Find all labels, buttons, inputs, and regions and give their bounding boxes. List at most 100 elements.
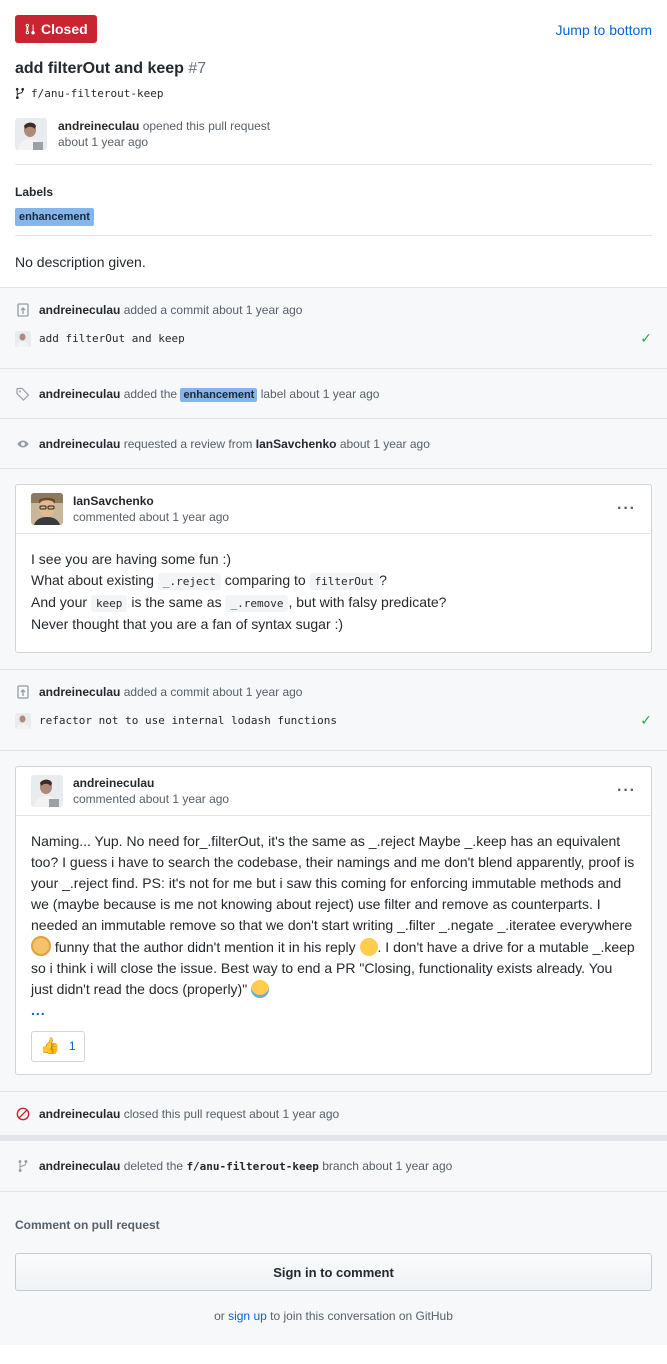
closed-event: andreineculau closed this pull request a… [0,1107,354,1121]
label-enhancement-inline[interactable]: enhancement [180,387,258,402]
label-event: andreineculau added the enhancement labe… [0,386,394,402]
circle-slash-icon [15,1107,31,1121]
timeline-commit-block: andreineculau added a commit about 1 yea… [0,287,667,368]
eye-icon [15,437,31,451]
timeline-review-block: andreineculau requested a review from Ia… [0,418,667,468]
deleted-event-suffix: branch about 1 year ago [322,1159,453,1173]
labels-heading: Labels [15,185,54,199]
label-event-suffix: label about 1 year ago [260,386,380,401]
thumbs-up-icon: 👍 [40,1038,60,1055]
person-facepalming-emoji-icon [31,936,51,956]
git-branch-icon [15,1159,31,1173]
comment-text: funny that the author didn't mention it … [54,939,356,955]
comment-time: commented about 1 year ago [73,792,230,806]
branch-deleted-event: andreineculau deleted the f/anu-filterou… [0,1159,467,1173]
label-event-user[interactable]: andreineculau [39,387,120,401]
comment-section-heading: Comment on pull request [15,1218,160,1232]
comment-text: What about existing [31,572,154,588]
show-more-link[interactable]: ... [31,1000,636,1021]
closed-event-action: closed this pull request about 1 year ag… [123,1106,340,1121]
avatar[interactable] [15,330,31,347]
deleted-event-action: deleted the [123,1159,184,1173]
more-options-icon[interactable]: ··· [617,782,636,800]
opener-info: andreineculau opened this pull request a… [15,118,652,165]
timeline-deleted-block: andreineculau deleted the f/anu-filterou… [0,1141,667,1191]
review-event-action: requested a review from [123,436,253,451]
comment-body: Naming... Yup. No need for_.filterOut, i… [16,816,651,1074]
commit-event: andreineculau added a commit about 1 yea… [0,685,667,699]
comment-text: ? [379,572,387,588]
label-event-action: added the [123,386,178,401]
avatar[interactable] [31,493,63,525]
pr-number: #7 [188,60,207,77]
tag-icon [15,387,31,401]
comment-text: is the same as [131,594,222,610]
comment-meta: IanSavchenko commented about 1 year ago [73,493,229,525]
sign-up-link[interactable]: sign up [228,1309,267,1323]
reviewer-user[interactable]: IanSavchenko [256,437,337,451]
avatar-image [31,775,63,807]
avatar[interactable] [31,775,63,807]
comment-card: IanSavchenko commented about 1 year ago … [15,484,652,653]
comment-text: comparing to [224,572,306,588]
opener-user[interactable]: andreineculau [58,119,139,133]
check-icon: ✓ [640,330,652,346]
signup-suffix: to join this conversation on GitHub [270,1309,453,1323]
branch-line: f/anu-filterout-keep [15,87,652,100]
commit-message[interactable]: add filterOut and keep [39,332,185,345]
inline-code: filterOut [309,573,380,590]
comment-text: Naming... Yup. No need for_.filterOut, i… [31,833,635,933]
review-event-user[interactable]: andreineculau [39,437,120,451]
deleted-branch-name: f/anu-filterout-keep [186,1160,319,1173]
commit-user[interactable]: andreineculau [39,303,120,317]
avatar[interactable] [15,712,31,729]
branch-name[interactable]: f/anu-filterout-keep [31,87,163,100]
comment-card: andreineculau commented about 1 year ago… [15,766,652,1075]
commit-action: added a commit about 1 year ago [123,685,303,699]
jump-to-bottom-link[interactable]: Jump to bottom [556,22,653,38]
sign-in-to-comment-button[interactable]: Sign in to comment [15,1253,652,1291]
timeline-label-block: andreineculau added the enhancement labe… [0,368,667,418]
comment-body: I see you are having some fun :) What ab… [16,534,651,652]
inline-code: _.reject [157,573,221,590]
commit-row: refactor not to use internal lodash func… [0,712,667,729]
review-event-suffix: about 1 year ago [339,436,430,451]
timeline-closed-block: andreineculau closed this pull request a… [0,1091,667,1141]
commit-user[interactable]: andreineculau [39,685,120,699]
comment-line: What about existing _.reject comparing t… [31,570,636,592]
more-options-icon[interactable]: ··· [617,500,636,518]
review-request-event: andreineculau requested a review from Ia… [0,437,445,451]
pr-title-text: add filterOut and keep [15,60,184,77]
pr-header: Closed Jump to bottom add filterOut and … [0,0,667,287]
opener-text: andreineculau opened this pull request a… [58,118,270,150]
state-badge: Closed [15,15,97,43]
comment-header: IanSavchenko commented about 1 year ago … [16,485,651,534]
commit-message[interactable]: refactor not to use internal lodash func… [39,714,337,727]
inline-code: keep [90,595,128,612]
pull-request-closed-icon [25,23,35,35]
pr-description: No description given. [15,254,146,270]
opener-time: about 1 year ago [58,135,149,149]
pr-title: add filterOut and keep #7 [15,59,652,79]
comment-paragraph: Naming... Yup. No need for_.filterOut, i… [31,831,636,1000]
tears-of-joy-emoji-icon [251,980,270,998]
commit-row: add filterOut and keep ✓ [0,330,667,347]
thumbs-up-reaction-button[interactable]: 👍 1 [31,1031,85,1062]
check-icon: ✓ [640,712,652,728]
comment-author[interactable]: IanSavchenko [73,494,154,508]
state-label: Closed [41,21,88,37]
deleted-event-user[interactable]: andreineculau [39,1159,120,1173]
comment-footer: Comment on pull request Sign in to comme… [0,1191,667,1345]
avatar-image [31,493,63,525]
avatar[interactable] [15,118,47,150]
commit-action: added a commit about 1 year ago [123,303,303,317]
comment-author[interactable]: andreineculau [73,776,154,790]
label-enhancement[interactable]: enhancement [15,208,94,226]
comment-line: Never thought that you are a fan of synt… [31,616,344,632]
comment-line: I see you are having some fun :) [31,551,231,567]
comment-text: , but with falsy predicate? [288,594,447,610]
signup-line: or sign up to join this conversation on … [15,1309,652,1323]
inline-code: _.remove [225,595,289,612]
reaction-count: 1 [68,1039,76,1053]
closed-event-user[interactable]: andreineculau [39,1107,120,1121]
